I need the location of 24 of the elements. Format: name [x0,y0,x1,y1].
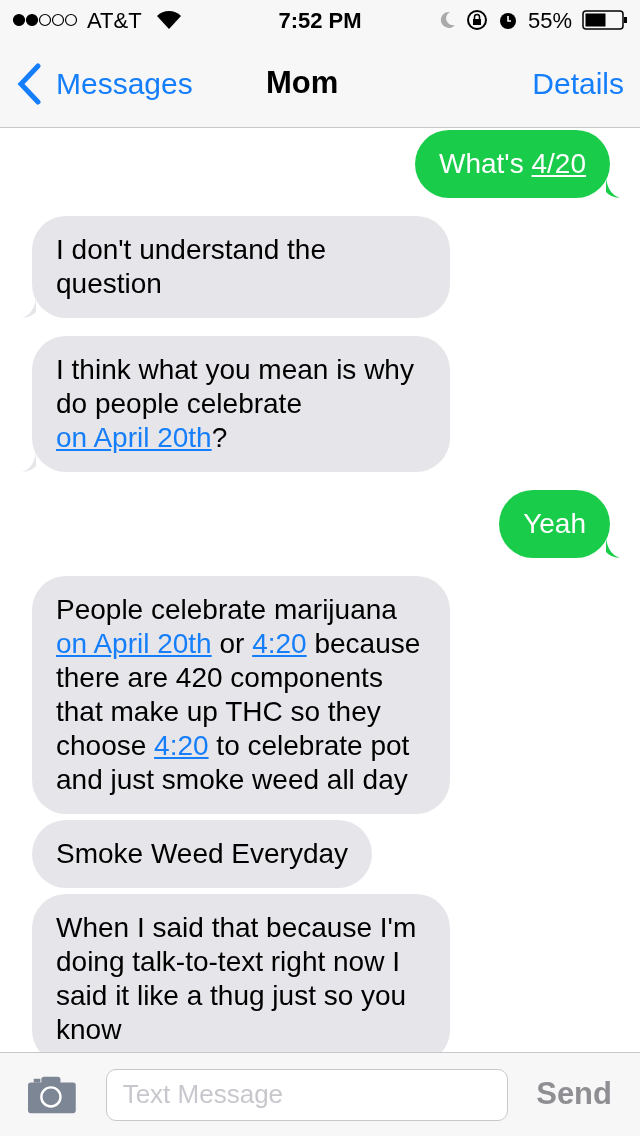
link[interactable]: on April 20th [56,628,212,659]
message-bubble: Smoke Weed Everyday [32,820,373,888]
send-button[interactable]: Send [536,1071,612,1118]
back-button[interactable]: Messages [16,61,246,106]
rotation-lock-icon [465,9,488,31]
details-button[interactable]: Details [532,61,624,106]
message-bubble: When I said that because I'm doing talk-to-text right now I said it like a thug just so you know [32,894,450,1052]
link[interactable]: on April 20th [56,422,212,453]
clock-time: 7:52 PM [277,6,363,35]
wifi-icon [156,11,181,29]
camera-icon[interactable] [28,1075,78,1114]
message-bubble: People celebrate marijuana on April 20th or 4:20 because there are 420 components that make up THC so they choose 4:20 to celebrate pot and just smoke weed all day [32,576,450,814]
link[interactable]: 4:20 [154,730,209,761]
signal-icon [12,13,78,27]
carrier-name: AT&T [87,6,142,35]
battery-percent: 55% [527,6,572,35]
alarm-icon [497,10,518,30]
link[interactable]: 4/20 [531,148,586,179]
message-field[interactable]: Text Message [105,1068,509,1121]
conversation-title: Mom [265,64,340,103]
moon-icon [439,11,456,29]
battery-icon [582,10,628,30]
link[interactable]: 4:20 [252,628,307,659]
chevron-left-icon [16,62,42,105]
